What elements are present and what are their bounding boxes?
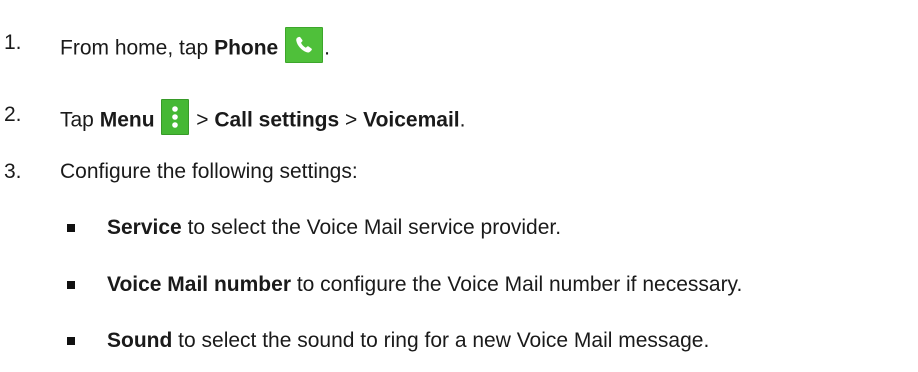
setting-name: Voice Mail number [107, 273, 291, 296]
phone-icon [285, 27, 324, 63]
step-text: From home, tap Phone . [60, 27, 330, 67]
bullet-marker [67, 224, 75, 232]
step-number: 1. [4, 31, 22, 54]
setting-name: Service [107, 216, 182, 239]
setting-text: Service to select the Voice Mail service… [107, 216, 561, 240]
setting-text: Voice Mail number to configure the Voice… [107, 273, 742, 297]
setting-text: Sound to select the sound to ring for a … [107, 329, 709, 353]
step-text: Configure the following settings: [60, 160, 358, 183]
voicemail-label: Voicemail [363, 108, 460, 132]
setting-name: Sound [107, 329, 173, 352]
vertical-dots-menu-icon [161, 99, 190, 135]
step-text: Tap Menu > Call settings > Voicemail. [60, 99, 465, 139]
phone-app-label: Phone [214, 36, 279, 60]
setting-description: to select the sound to ring for a new Vo… [172, 329, 710, 352]
menu-label: Menu [99, 108, 155, 132]
step-number: 3. [4, 160, 22, 183]
bullet-marker [67, 281, 75, 289]
step-number: 2. [4, 103, 22, 126]
bullet-marker [67, 337, 75, 345]
call-settings-label: Call settings [214, 108, 340, 132]
setting-description: to configure the Voice Mail number if ne… [291, 273, 743, 296]
setting-description: to select the Voice Mail service provide… [181, 216, 562, 239]
